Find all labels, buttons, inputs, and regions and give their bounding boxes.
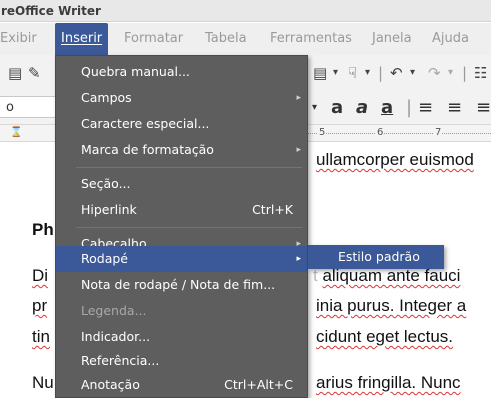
- document-text-line: inia purus. Integer a: [316, 296, 467, 315]
- ruler-indent-marker-icon[interactable]: ⌛: [10, 127, 22, 138]
- submenu-arrow-icon: ▸: [296, 145, 301, 155]
- dropdown-arrow-icon[interactable]: ▾: [333, 55, 338, 91]
- menu-item-secao[interactable]: Seção...: [56, 171, 307, 197]
- menu-item-legenda: Legenda...: [56, 298, 307, 324]
- menu-item-label: Nota de rodapé / Nota de fim...: [81, 277, 276, 292]
- undo-icon[interactable]: ↶: [390, 55, 403, 91]
- menu-tabela[interactable]: Tabela: [205, 23, 247, 55]
- menu-item-label: Caractere especial...: [81, 116, 210, 131]
- menu-item-indicador[interactable]: Indicador...: [56, 324, 307, 350]
- submenu-item-estilo-padrao[interactable]: Estilo padrão: [308, 245, 444, 269]
- menu-item-caractere-especial[interactable]: Caractere especial...: [56, 111, 307, 137]
- menu-item-rodape[interactable]: Rodapé ▸: [56, 246, 307, 272]
- submenu-arrow-icon: ▸: [296, 93, 301, 103]
- window-title: reOffice Writer: [0, 0, 491, 22]
- document-text-line: arius fringilla. Nunc: [316, 373, 461, 392]
- menu-item-marca-formatacao[interactable]: Marca de formatação ▸: [56, 137, 307, 163]
- ruler-number: 5: [318, 125, 327, 141]
- menu-item-label: Referência...: [81, 353, 160, 368]
- align-center-icon[interactable]: ≡: [447, 91, 462, 124]
- document-text-line: ullamcorper euismod: [316, 150, 474, 169]
- menu-separator: [76, 167, 302, 168]
- document-heading: Ph: [32, 220, 54, 239]
- menu-item-campos[interactable]: Campos ▸: [56, 85, 307, 111]
- menu-ajuda[interactable]: Ajuda: [432, 23, 469, 55]
- menu-bar: Exibir Inserir Formatar Tabela Ferrament…: [0, 23, 491, 55]
- document-text-line: tin: [32, 327, 50, 346]
- menu-item-label: Hiperlink: [81, 202, 137, 217]
- edit-icon[interactable]: ✎: [28, 55, 41, 91]
- menu-item-quebra-manual[interactable]: Quebra manual...: [56, 59, 307, 85]
- italic-a-icon[interactable]: a: [356, 91, 368, 124]
- separator-icon: |: [462, 64, 468, 82]
- paint-bucket-icon[interactable]: ☟: [348, 55, 357, 91]
- footer-submenu: Estilo padrão: [308, 245, 444, 269]
- menu-item-label: Seção...: [81, 176, 131, 191]
- dropdown-arrow-icon[interactable]: ▾: [365, 55, 370, 91]
- redo-icon[interactable]: ↷: [428, 55, 441, 91]
- navigator-icon[interactable]: ☷: [474, 55, 487, 91]
- menu-item-label: Legenda...: [81, 303, 147, 318]
- menu-exibir[interactable]: Exibir: [0, 23, 37, 55]
- menu-item-label: Anotação: [81, 377, 140, 392]
- menu-item-label: Indicador...: [81, 329, 151, 344]
- ruler-number: 6: [376, 125, 385, 141]
- submenu-arrow-icon: ▸: [296, 254, 301, 264]
- document-text-line: Nu: [32, 373, 54, 392]
- insert-menu: Quebra manual... Campos ▸ Caractere espec…: [55, 55, 308, 398]
- separator-icon: |: [378, 64, 384, 82]
- save-icon[interactable]: ▤: [8, 55, 22, 91]
- document-text-line: Di: [32, 266, 49, 285]
- menu-ferramentas[interactable]: Ferramentas: [270, 23, 352, 55]
- dropdown-arrow-icon[interactable]: ▾: [410, 55, 415, 91]
- document-text-line: pr: [32, 296, 48, 315]
- menu-item-label: Campos: [81, 90, 132, 105]
- menu-item-shortcut: Ctrl+Alt+C: [224, 377, 293, 392]
- menu-item-label: Rodapé: [81, 251, 128, 266]
- menu-item-shortcut: Ctrl+K: [252, 202, 293, 217]
- font-size-dropdown-icon[interactable]: ▾: [312, 91, 317, 124]
- document-text-line: cidunt eget lectus.: [316, 327, 454, 346]
- menu-janela[interactable]: Janela: [372, 23, 412, 55]
- document-icon[interactable]: ▤: [313, 55, 327, 91]
- dropdown-arrow-icon[interactable]: ▾: [448, 55, 453, 91]
- menu-item-anotacao[interactable]: Anotação Ctrl+Alt+C: [56, 372, 307, 398]
- menu-item-label: Quebra manual...: [81, 64, 190, 79]
- ruler-number: 7: [434, 125, 443, 141]
- menu-item-label: Marca de formatação: [81, 142, 214, 157]
- menu-formatar[interactable]: Formatar: [124, 23, 183, 55]
- align-right-icon[interactable]: ≡: [476, 91, 491, 124]
- separator-icon: |: [406, 97, 413, 118]
- align-left-icon[interactable]: ≡: [418, 91, 433, 124]
- document-text-line: t aliquam ante fauci: [313, 266, 461, 285]
- bold-a-icon[interactable]: a: [331, 91, 343, 124]
- menu-separator: [76, 227, 302, 228]
- menu-item-referencia[interactable]: Referência...: [56, 348, 307, 374]
- menu-item-hiperlink[interactable]: Hiperlink Ctrl+K: [56, 197, 307, 223]
- menu-inserir-label: Inserir: [61, 31, 103, 46]
- menu-item-nota-rodape[interactable]: Nota de rodapé / Nota de fim...: [56, 272, 307, 298]
- menu-inserir[interactable]: Inserir: [55, 23, 109, 55]
- underline-a-icon[interactable]: a: [381, 91, 393, 124]
